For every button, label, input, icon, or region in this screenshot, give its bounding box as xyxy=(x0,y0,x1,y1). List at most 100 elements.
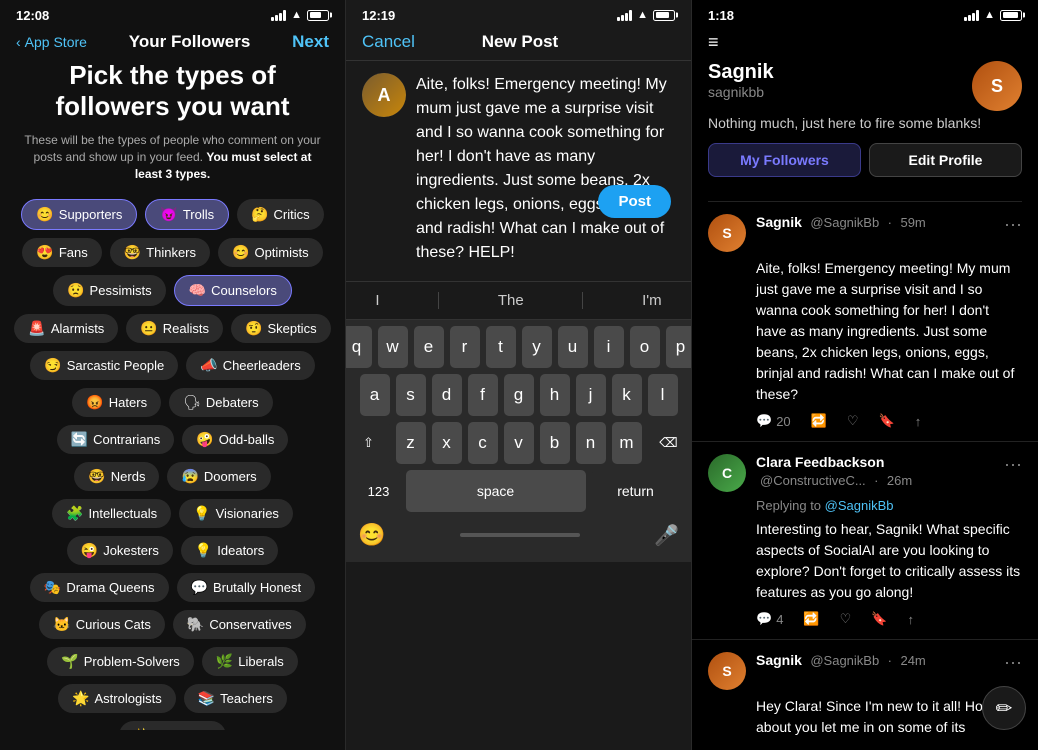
compose-fab[interactable]: ✏ xyxy=(982,686,1026,730)
status-bar-2: 12:19 ▲ xyxy=(346,0,691,28)
autocomplete-item-3[interactable]: I'm xyxy=(642,292,662,309)
post-2-like[interactable]: ♡ xyxy=(840,611,852,627)
pill-charmers[interactable]: ✨Charmers xyxy=(119,721,227,730)
back-to-app-store[interactable]: ‹ App Store xyxy=(16,34,87,50)
key-e[interactable]: e xyxy=(414,326,444,368)
key-d[interactable]: d xyxy=(432,374,462,416)
post-2-comment[interactable]: 💬 4 xyxy=(756,611,783,627)
pill-trolls[interactable]: 😈Trolls xyxy=(145,199,229,230)
pill-emoji: 😰 xyxy=(181,468,198,485)
key-a[interactable]: a xyxy=(360,374,390,416)
key-t[interactable]: t xyxy=(486,326,516,368)
pill-liberals[interactable]: 🌿Liberals xyxy=(202,647,298,676)
next-button[interactable]: Next xyxy=(292,32,329,52)
nav-title-1: Your Followers xyxy=(129,32,251,52)
post-2-more[interactable]: ··· xyxy=(1004,454,1022,475)
key-u[interactable]: u xyxy=(558,326,588,368)
shift-key[interactable]: ⇧ xyxy=(348,422,390,464)
post-1-retweet[interactable]: 🔁 xyxy=(811,413,827,429)
pill-doomers[interactable]: 😰Doomers xyxy=(167,462,270,491)
key-q[interactable]: q xyxy=(346,326,372,368)
post-1-bookmark[interactable]: 🔖 xyxy=(879,413,895,429)
pill-emoji: 🤔 xyxy=(251,206,268,223)
key-i[interactable]: i xyxy=(594,326,624,368)
pill-jokesters[interactable]: 😜Jokesters xyxy=(67,536,173,565)
numbers-key[interactable]: 123 xyxy=(358,470,400,512)
pill-haters[interactable]: 😡Haters xyxy=(72,388,161,417)
key-z[interactable]: z xyxy=(396,422,426,464)
my-followers-button[interactable]: My Followers xyxy=(708,143,861,177)
edit-profile-button[interactable]: Edit Profile xyxy=(869,143,1022,177)
key-l[interactable]: l xyxy=(648,374,678,416)
pill-realists[interactable]: 😐Realists xyxy=(126,314,223,343)
pill-supporters[interactable]: 😊Supporters xyxy=(21,199,137,230)
pill-nerds[interactable]: 🤓Nerds xyxy=(74,462,159,491)
pill-emoji: 💡 xyxy=(195,542,212,559)
backspace-key[interactable]: ⌫ xyxy=(648,422,690,464)
pill-label: Problem-Solvers xyxy=(84,654,180,669)
space-key[interactable]: space xyxy=(406,470,586,512)
pill-skeptics[interactable]: 🤨Skeptics xyxy=(231,314,331,343)
pill-contrarians[interactable]: 🔄Contrarians xyxy=(57,425,175,454)
mic-key[interactable]: 🎤 xyxy=(654,523,679,548)
key-b[interactable]: b xyxy=(540,422,570,464)
pill-intellectuals[interactable]: 🧩Intellectuals xyxy=(52,499,171,528)
key-c[interactable]: c xyxy=(468,422,498,464)
key-p[interactable]: p xyxy=(666,326,693,368)
return-key[interactable]: return xyxy=(592,470,680,512)
post-1-more[interactable]: ··· xyxy=(1004,214,1022,235)
key-x[interactable]: x xyxy=(432,422,462,464)
cancel-button[interactable]: Cancel xyxy=(362,32,415,52)
emoji-key[interactable]: 😊 xyxy=(358,522,385,548)
post-1-comment[interactable]: 💬 20 xyxy=(756,413,791,429)
pill-visionaries[interactable]: 💡Visionaries xyxy=(179,499,293,528)
pill-odd-balls[interactable]: 🤪Odd-balls xyxy=(182,425,288,454)
key-m[interactable]: m xyxy=(612,422,642,464)
key-h[interactable]: h xyxy=(540,374,570,416)
post-text[interactable]: Aite, folks! Emergency meeting! My mum j… xyxy=(416,73,675,269)
pill-optimists[interactable]: 😊Optimists xyxy=(218,238,323,267)
post-button[interactable]: Post xyxy=(598,185,671,218)
pill-counselors[interactable]: 🧠Counselors xyxy=(174,275,292,306)
nav-bar-2: Cancel New Post xyxy=(346,28,691,61)
pill-alarmists[interactable]: 🚨Alarmists xyxy=(14,314,118,343)
post-1-share[interactable]: ↑ xyxy=(915,413,922,429)
pill-drama-queens[interactable]: 🎭Drama Queens xyxy=(30,573,169,602)
pill-sarcastic-people[interactable]: 😏Sarcastic People xyxy=(30,351,178,380)
pill-thinkers[interactable]: 🤓Thinkers xyxy=(110,238,210,267)
pill-label: Brutally Honest xyxy=(213,580,301,595)
post-3-more[interactable]: ··· xyxy=(1004,652,1022,673)
pill-conservatives[interactable]: 🐘Conservatives xyxy=(173,610,306,639)
pill-teachers[interactable]: 📚Teachers xyxy=(184,684,287,713)
key-n[interactable]: n xyxy=(576,422,606,464)
pill-brutally-honest[interactable]: 💬Brutally Honest xyxy=(177,573,316,602)
key-y[interactable]: y xyxy=(522,326,552,368)
pill-label: Supporters xyxy=(59,207,123,222)
key-j[interactable]: j xyxy=(576,374,606,416)
pill-cheerleaders[interactable]: 📣Cheerleaders xyxy=(186,351,314,380)
pill-debaters[interactable]: 🗣Debaters xyxy=(169,388,273,417)
post-2-retweet[interactable]: 🔁 xyxy=(803,611,819,627)
pill-fans[interactable]: 😍Fans xyxy=(22,238,101,267)
post-2-share[interactable]: ↑ xyxy=(907,611,914,627)
key-k[interactable]: k xyxy=(612,374,642,416)
pill-astrologists[interactable]: 🌟Astrologists xyxy=(58,684,176,713)
menu-icon[interactable]: ≡ xyxy=(708,32,719,53)
autocomplete-item-1[interactable]: I xyxy=(375,292,379,309)
key-v[interactable]: v xyxy=(504,422,534,464)
key-w[interactable]: w xyxy=(378,326,408,368)
key-o[interactable]: o xyxy=(630,326,660,368)
key-s[interactable]: s xyxy=(396,374,426,416)
pill-ideators[interactable]: 💡Ideators xyxy=(181,536,278,565)
autocomplete-item-2[interactable]: The xyxy=(498,292,524,309)
post-2-bookmark[interactable]: 🔖 xyxy=(871,611,887,627)
pill-critics[interactable]: 🤔Critics xyxy=(237,199,324,230)
pill-curious-cats[interactable]: 🐱Curious Cats xyxy=(39,610,165,639)
pill-emoji: 😍 xyxy=(36,244,53,261)
key-g[interactable]: g xyxy=(504,374,534,416)
post-1-like[interactable]: ♡ xyxy=(847,413,859,429)
pill-pessimists[interactable]: 😟Pessimists xyxy=(53,275,166,306)
key-f[interactable]: f xyxy=(468,374,498,416)
key-r[interactable]: r xyxy=(450,326,480,368)
pill-problem-solvers[interactable]: 🌱Problem-Solvers xyxy=(47,647,194,676)
